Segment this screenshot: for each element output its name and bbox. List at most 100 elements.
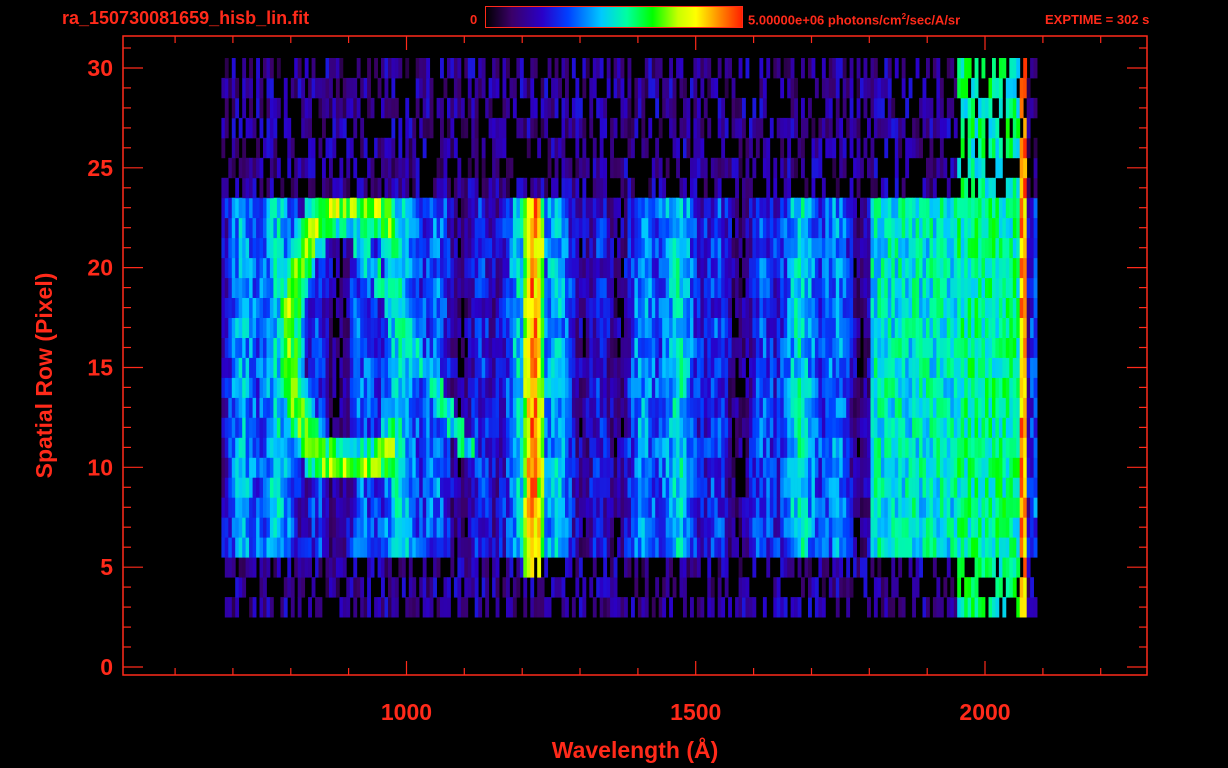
heatmap-cell bbox=[596, 177, 601, 199]
heatmap-cell bbox=[967, 477, 972, 498]
heatmap-cell bbox=[426, 217, 431, 239]
heatmap-cell bbox=[610, 197, 614, 219]
heatmap-cell bbox=[481, 197, 486, 219]
heatmap-cell bbox=[624, 197, 628, 219]
heatmap-cell bbox=[391, 317, 396, 338]
heatmap-cell bbox=[929, 477, 934, 498]
heatmap-cell bbox=[964, 197, 969, 219]
heatmap-cell bbox=[894, 537, 899, 558]
heatmap-cell bbox=[846, 597, 851, 618]
heatmap-cell bbox=[346, 437, 351, 458]
heatmap-cell bbox=[818, 537, 823, 558]
heatmap-cell bbox=[353, 117, 358, 139]
heatmap-cell bbox=[783, 537, 788, 558]
heatmap-cell bbox=[544, 277, 549, 298]
heatmap-cell bbox=[1005, 537, 1010, 558]
heatmap-cell bbox=[613, 557, 618, 578]
heatmap-cell bbox=[738, 357, 743, 378]
heatmap-cell bbox=[731, 537, 736, 558]
heatmap-cell bbox=[415, 497, 420, 518]
heatmap-cell bbox=[537, 297, 542, 318]
heatmap-cell bbox=[485, 597, 490, 618]
heatmap-cell bbox=[530, 117, 535, 139]
heatmap-cell bbox=[599, 177, 604, 199]
heatmap-cell bbox=[964, 397, 969, 418]
heatmap-cell bbox=[898, 397, 903, 418]
heatmap-cell bbox=[492, 337, 496, 358]
heatmap-cell bbox=[1026, 577, 1031, 598]
heatmap-cell bbox=[780, 417, 785, 438]
heatmap-cell bbox=[551, 497, 555, 518]
heatmap-cell bbox=[863, 477, 868, 498]
heatmap-cell bbox=[578, 157, 583, 179]
heatmap-cell bbox=[634, 217, 639, 239]
heatmap-cell bbox=[898, 437, 903, 458]
heatmap-cell bbox=[613, 317, 618, 338]
heatmap-cell bbox=[728, 457, 732, 478]
heatmap-cell bbox=[318, 437, 323, 458]
heatmap-cell bbox=[412, 417, 417, 438]
heatmap-cell bbox=[415, 337, 420, 358]
heatmap-cell bbox=[526, 397, 531, 418]
heatmap-cell bbox=[228, 277, 233, 298]
heatmap-cell bbox=[398, 137, 403, 159]
heatmap-cell bbox=[561, 357, 566, 378]
heatmap-cell bbox=[460, 417, 465, 438]
heatmap-cell bbox=[755, 337, 760, 358]
heatmap-cell bbox=[568, 357, 573, 378]
heatmap-cell bbox=[453, 477, 458, 498]
heatmap-cell bbox=[932, 597, 937, 618]
heatmap-cell bbox=[873, 217, 878, 239]
heatmap-cell bbox=[860, 237, 864, 259]
heatmap-cell bbox=[617, 397, 621, 418]
heatmap-cell bbox=[783, 177, 788, 199]
heatmap-cell bbox=[540, 497, 545, 518]
heatmap-cell bbox=[710, 157, 715, 179]
heatmap-cell bbox=[405, 597, 410, 618]
heatmap-cell bbox=[481, 237, 486, 259]
heatmap-cell bbox=[794, 257, 798, 279]
heatmap-cell bbox=[415, 197, 420, 219]
heatmap-cell bbox=[592, 557, 597, 578]
heatmap-cell bbox=[929, 217, 934, 239]
heatmap-cell bbox=[873, 297, 878, 318]
heatmap-cell bbox=[960, 477, 965, 498]
heatmap-cell bbox=[596, 197, 601, 219]
heatmap-cell bbox=[801, 137, 805, 159]
heatmap-cell bbox=[290, 337, 295, 358]
heatmap-cell bbox=[318, 357, 323, 378]
heatmap-cell bbox=[464, 297, 469, 318]
heatmap-cell bbox=[828, 377, 833, 398]
heatmap-cell bbox=[547, 397, 552, 418]
heatmap-cell bbox=[811, 517, 816, 538]
heatmap-cell bbox=[533, 457, 538, 478]
heatmap-cell bbox=[1026, 437, 1031, 458]
heatmap-cell bbox=[710, 597, 715, 618]
heatmap-cell bbox=[467, 217, 472, 239]
heatmap-cell bbox=[374, 357, 378, 378]
heatmap-cell bbox=[596, 217, 601, 239]
heatmap-cell bbox=[891, 397, 896, 418]
heatmap-cell bbox=[405, 177, 410, 199]
heatmap-cell bbox=[478, 337, 483, 358]
heatmap-cell bbox=[474, 317, 479, 338]
heatmap-cell bbox=[551, 337, 555, 358]
heatmap-cell bbox=[735, 297, 739, 318]
heatmap-cell bbox=[294, 277, 299, 298]
heatmap-cell bbox=[318, 337, 323, 358]
heatmap-cell bbox=[401, 417, 406, 438]
heatmap-cell bbox=[780, 157, 785, 179]
heatmap-cell bbox=[589, 477, 594, 498]
heatmap-cell bbox=[821, 497, 826, 518]
heatmap-cell bbox=[811, 397, 816, 418]
heatmap-cell bbox=[943, 517, 948, 538]
heatmap-cell bbox=[773, 177, 778, 199]
heatmap-cell bbox=[551, 517, 555, 538]
heatmap-cell bbox=[818, 457, 823, 478]
heatmap-cell bbox=[887, 357, 892, 378]
heatmap-cell bbox=[738, 417, 743, 438]
heatmap-cell bbox=[315, 497, 319, 518]
heatmap-cell bbox=[259, 317, 264, 338]
heatmap-cell bbox=[308, 157, 312, 179]
heatmap-cell bbox=[738, 277, 743, 298]
